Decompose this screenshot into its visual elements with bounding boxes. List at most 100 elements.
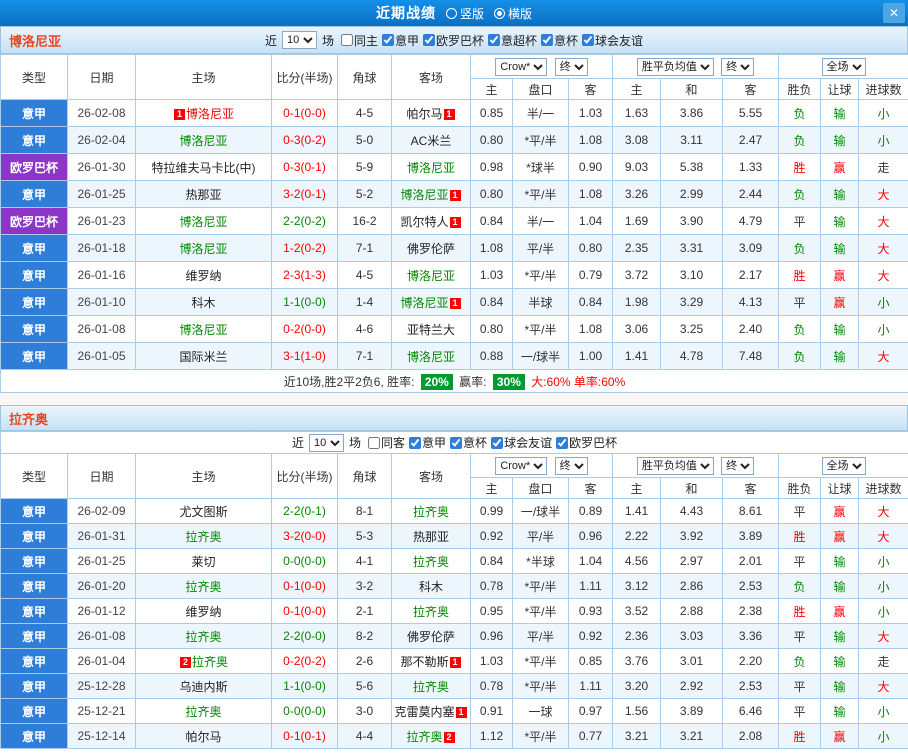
filter-checkbox-item[interactable]: 球会友谊 xyxy=(582,32,643,49)
league-cell: 意甲 xyxy=(0,548,68,574)
euro-away-odds-cell: 2.47 xyxy=(722,126,780,154)
filter-checkbox-label: 意杯 xyxy=(554,33,579,48)
team-name: 拉齐奥 xyxy=(412,504,449,519)
match-row: 意甲 26-02-04 博洛尼亚 0-3(0-2) 5-0 AC米兰 0.80 *平/半 1.0… xyxy=(0,126,908,154)
filter-checkbox-label: 意杯 xyxy=(463,436,488,450)
euro-draw-odds-cell: 3.89 xyxy=(660,698,723,724)
handicap-cell: *平/半 xyxy=(512,261,569,289)
team-name: 帕尔马 xyxy=(406,106,443,121)
corner-cell: 16-2 xyxy=(337,207,392,235)
filter-checkbox-item[interactable]: 意甲 xyxy=(381,32,419,49)
col-header-handicap: 盘口 xyxy=(512,477,569,499)
filter-checkbox[interactable] xyxy=(381,34,394,46)
match-scope-select[interactable]: 全场 xyxy=(821,456,866,475)
filter-checkbox[interactable] xyxy=(368,436,381,449)
bookmaker-select[interactable]: Crow* xyxy=(495,456,548,475)
radio-icon-horizontal[interactable] xyxy=(494,7,505,19)
euro-away-odds-cell: 2.53 xyxy=(722,673,779,699)
layout-option-horizontal[interactable]: 横版 xyxy=(494,5,532,22)
euro-away-odds-cell: 5.55 xyxy=(722,99,780,127)
euro-away-odds-cell: 2.40 xyxy=(722,315,780,343)
layout-option-vertical[interactable]: 竖版 xyxy=(445,5,484,22)
away-team-cell: 博洛尼亚 xyxy=(391,261,471,289)
euro-away-odds-cell: 2.01 xyxy=(722,548,779,574)
filter-checkbox[interactable] xyxy=(450,436,463,449)
red-card-badge: 1 xyxy=(449,189,461,201)
radio-icon-vertical[interactable] xyxy=(445,7,457,19)
asian-away-odds-cell: 0.92 xyxy=(568,623,613,649)
corner-cell: 3-2 xyxy=(337,573,392,599)
asian-home-odds-cell: 0.95 xyxy=(470,598,513,624)
euro-draw-odds-cell: 3.21 xyxy=(660,723,723,749)
away-team-cell: 博洛尼亚 xyxy=(391,342,471,370)
away-team-cell: 博洛尼亚 1 xyxy=(391,288,471,316)
filter-checkbox[interactable] xyxy=(488,34,501,46)
filter-checkbox-item[interactable]: 意杯 xyxy=(541,32,578,49)
euro-home-odds-cell: 1.41 xyxy=(612,498,661,524)
euro-stage-select[interactable]: 终 xyxy=(721,57,755,76)
corner-cell: 5-6 xyxy=(337,673,392,699)
asian-away-odds-cell: 0.89 xyxy=(568,498,613,524)
summary-segment: 大:60% xyxy=(527,374,571,389)
filter-checkbox-label: 意超杯 xyxy=(501,33,538,48)
filter-checkbox-item[interactable]: 欧罗巴杯 xyxy=(556,434,617,451)
filter-checkbox[interactable] xyxy=(541,34,554,46)
close-button[interactable]: ✕ xyxy=(883,3,905,23)
euro-odds-select[interactable]: 胜平负均值 xyxy=(636,456,714,475)
euro-draw-odds-cell: 3.11 xyxy=(660,126,724,154)
euro-stage-select[interactable]: 终 xyxy=(721,456,755,475)
match-row: 欧罗巴杯 26-01-30 特拉维夫马卡比(中) 0-3(0-1) 5-9 博洛尼亚 0.9… xyxy=(0,153,908,181)
filter-checkbox-item[interactable]: 同主 xyxy=(340,32,378,49)
match-row: 意甲 26-01-12 维罗纳 0-1(0-0) 2-1 拉齐奥 0.95 *平/半 0.93 3… xyxy=(0,598,908,624)
recent-count-select[interactable]: 10 xyxy=(309,433,344,452)
odds-stage-select[interactable]: 终 xyxy=(554,456,588,475)
col-header-type: 类型 xyxy=(0,54,68,100)
asian-away-odds-cell: 1.04 xyxy=(567,207,614,235)
filter-checkbox[interactable] xyxy=(409,436,422,449)
match-row: 意甲 25-12-28 乌迪内斯 1-1(0-0) 5-6 拉齐奥 0.78 *平/半 1.11… xyxy=(0,673,908,699)
handicap-cell: *平/半 xyxy=(512,573,569,599)
date-cell: 26-02-04 xyxy=(67,126,136,154)
asian-away-odds-cell: 1.08 xyxy=(567,180,614,208)
handicap-result-cell: 输 xyxy=(820,180,860,208)
filter-checkbox[interactable] xyxy=(340,34,353,46)
goals-result-cell: 大 xyxy=(857,623,908,649)
score-cell: 0-1(0-0) xyxy=(271,573,338,599)
filter-checkbox-item[interactable]: 同客 xyxy=(368,434,405,451)
asian-away-odds-cell: 1.08 xyxy=(567,315,614,343)
col-header-date: 日期 xyxy=(67,54,136,100)
bookmaker-select[interactable]: Crow* xyxy=(495,57,548,76)
asian-away-odds-cell: 0.97 xyxy=(568,698,613,724)
odds-stage-select[interactable]: 终 xyxy=(554,57,588,76)
team-name: 博洛尼亚 xyxy=(400,295,449,310)
filter-checkbox[interactable] xyxy=(491,436,504,449)
lazio-section-header: 拉齐奥 xyxy=(0,405,908,431)
date-cell: 26-02-09 xyxy=(67,498,136,524)
filter-checkbox[interactable] xyxy=(556,436,569,449)
euro-draw-odds-cell: 2.99 xyxy=(660,180,724,208)
filter-checkbox-item[interactable]: 意杯 xyxy=(450,434,487,451)
team-name: 克雷莫内塞 xyxy=(394,704,455,719)
filter-checkbox-item[interactable]: 意甲 xyxy=(409,434,446,451)
col-header-euro-away: 客 xyxy=(722,477,779,499)
filter-checkbox[interactable] xyxy=(582,34,595,46)
filter-checkbox-item[interactable]: 球会友谊 xyxy=(491,434,552,451)
euro-draw-odds-cell: 3.03 xyxy=(660,623,723,649)
recent-count-select[interactable]: 10 xyxy=(281,31,317,49)
summary-segment: 赢率: xyxy=(455,374,490,389)
filter-checkbox-item[interactable]: 欧罗巴杯 xyxy=(423,32,484,49)
red-card-badge: 1 xyxy=(173,108,185,120)
filter-checkbox[interactable] xyxy=(423,34,435,46)
bologna-results-table: 类型 日期 主场 比分(半场) 角球 客场 Crow* 终 胜平负均值 终 全场… xyxy=(0,54,908,393)
col-header-euro-draw: 和 xyxy=(660,477,723,499)
match-scope-select[interactable]: 全场 xyxy=(821,57,866,76)
asian-home-odds-cell: 0.99 xyxy=(470,498,513,524)
filter-checkbox-item[interactable]: 意超杯 xyxy=(488,32,537,49)
home-team-cell: 科木 xyxy=(135,288,272,316)
away-team-cell: 热那亚 xyxy=(391,523,471,549)
match-row: 意甲 26-02-08 1 博洛尼亚 0-1(0-0) 4-5 帕尔马 1 0.85 半/一 1.0… xyxy=(0,99,908,127)
euro-odds-select[interactable]: 胜平负均值 xyxy=(636,57,714,76)
handicap-result-cell: 输 xyxy=(820,573,859,599)
score-cell: 3-2(0-1) xyxy=(271,180,338,208)
asian-home-odds-cell: 1.03 xyxy=(470,261,513,289)
